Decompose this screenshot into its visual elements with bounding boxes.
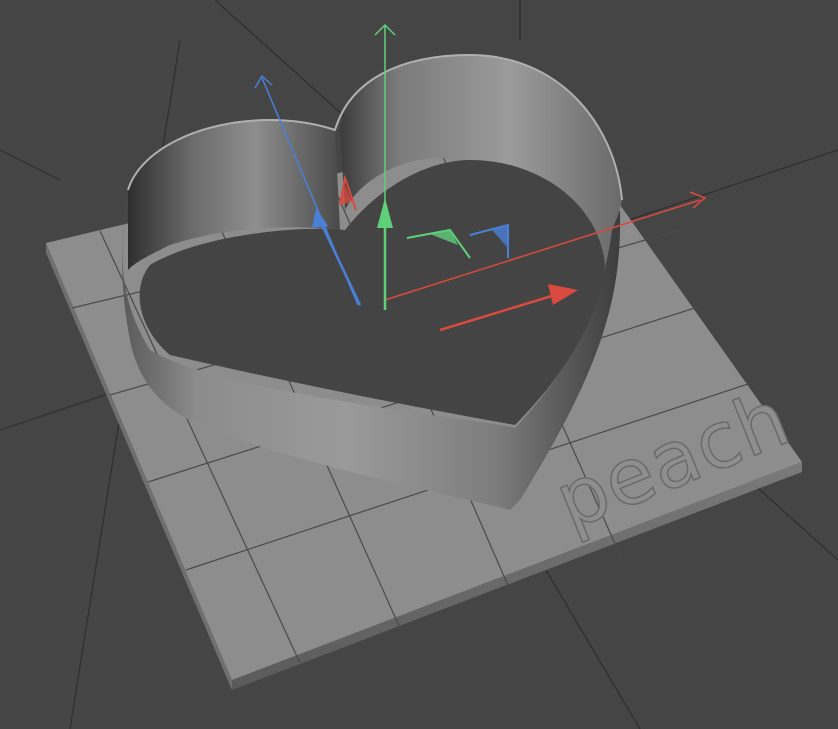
3d-viewport[interactable]: peach — [0, 0, 838, 729]
x-axis-tip-icon — [689, 191, 707, 209]
scene-canvas[interactable]: peach — [0, 0, 838, 729]
